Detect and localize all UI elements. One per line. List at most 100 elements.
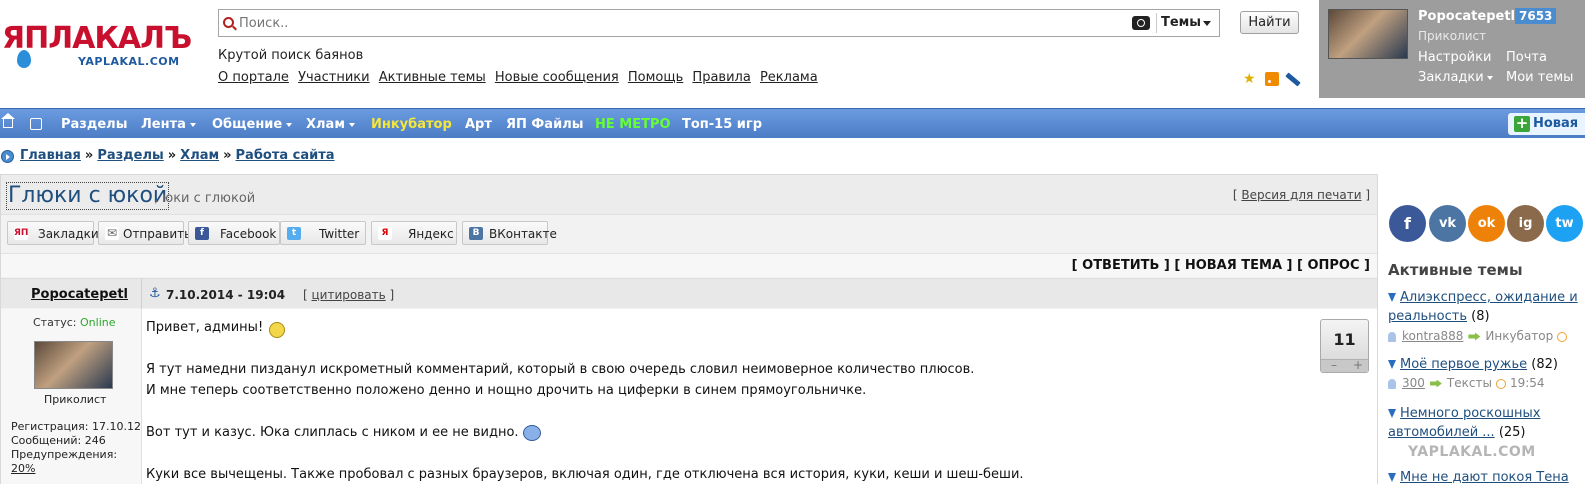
user-panel: Popocatepetl 7653 Приколист Настройки По…: [1319, 0, 1585, 98]
thumbs-up-icon[interactable]: [30, 118, 42, 130]
top-link-help[interactable]: Помощь: [628, 70, 683, 85]
vk-icon[interactable]: vk: [1429, 205, 1466, 242]
post-blank: [146, 338, 1306, 359]
share-vk-button[interactable]: В ВКонтакте: [462, 221, 557, 245]
quote-link[interactable]: [ цитировать ]: [303, 288, 394, 302]
author-column: Статус: Online Приколист Регистрация: 17…: [1, 309, 142, 484]
clock-icon: [1557, 331, 1568, 342]
topic-meta-section[interactable]: Тексты: [1447, 376, 1492, 390]
topic-header: Глюки с юкой , юки с глюкой [ Версия для…: [1, 175, 1377, 215]
author-stats: Регистрация: 17.10.12 Сообщений: 246 Пре…: [11, 420, 141, 476]
top-link-about[interactable]: О портале: [218, 70, 289, 85]
share-label: Закладки: [38, 227, 99, 241]
share-label: Twitter: [319, 227, 360, 241]
vk-icon: В: [469, 227, 483, 240]
home-icon[interactable]: [1, 113, 15, 128]
top-link-members[interactable]: Участники: [298, 70, 370, 85]
instagram-icon[interactable]: ig: [1507, 205, 1544, 242]
nav-top-games[interactable]: Топ-15 игр: [682, 117, 762, 132]
nav-junk-label: Хлам: [306, 117, 345, 132]
search-button[interactable]: Найти: [1240, 11, 1299, 34]
share-send-button[interactable]: ✉ Отправить: [98, 221, 191, 245]
warnings-value[interactable]: 20%: [11, 462, 35, 475]
odnoklassniki-icon[interactable]: ok: [1468, 205, 1505, 242]
arrow-right-icon: [1429, 379, 1442, 388]
chevron-down-icon: [1486, 75, 1493, 80]
author-warnings: Предупреждения: 20%: [11, 448, 141, 476]
settings-link[interactable]: Настройки: [1418, 50, 1491, 65]
favorite-star-icon[interactable]: ★: [1243, 72, 1257, 86]
arrow-down-icon: [1388, 293, 1396, 302]
chevron-down-icon[interactable]: [1203, 21, 1211, 26]
topic-actions[interactable]: [ ОТВЕТИТЬ ] [ НОВАЯ ТЕМА ] [ ОПРОС ]: [1072, 258, 1370, 273]
pencil-icon[interactable]: [1285, 72, 1301, 87]
nav-communication[interactable]: Общение: [212, 117, 293, 132]
post-rating: 11 – +: [1320, 319, 1369, 373]
tagline: Крутой поиск баянов: [218, 48, 364, 63]
my-topics-link[interactable]: Мои темы: [1506, 70, 1573, 85]
anchor-icon[interactable]: ⚓: [149, 287, 161, 300]
topic-meta-user[interactable]: 300: [1402, 376, 1425, 390]
avatar[interactable]: [1328, 9, 1408, 59]
post-body: Статус: Online Приколист Регистрация: 17…: [1, 309, 1377, 484]
avatar[interactable]: [34, 341, 113, 389]
mail-link[interactable]: Почта: [1506, 50, 1547, 65]
post-author[interactable]: Popocatepetl: [31, 287, 128, 302]
share-facebook-button[interactable]: f Facebook: [188, 221, 280, 245]
chevron-down-icon: [189, 122, 196, 127]
share-yandex-button[interactable]: Я Яндекс: [371, 221, 457, 245]
breadcrumb-main[interactable]: Главная: [20, 148, 81, 163]
nav-incubator[interactable]: Инкубатор: [371, 117, 452, 132]
share-label: Отправить: [123, 227, 192, 241]
nav-sections[interactable]: Разделы: [61, 117, 127, 132]
active-topic-count: (8): [1471, 309, 1490, 324]
twitter-icon[interactable]: tw: [1546, 205, 1583, 242]
active-topic-link[interactable]: Моё первое ружье: [1400, 357, 1527, 372]
post-text: Привет, админы! Я тут намедни пизданул и…: [146, 317, 1306, 484]
top-link-ads[interactable]: Реклама: [760, 70, 818, 85]
topic-meta-user[interactable]: kontra888: [1402, 329, 1463, 343]
facebook-icon[interactable]: f: [1389, 205, 1426, 242]
share-twitter-button[interactable]: t Twitter: [280, 221, 366, 245]
search-input[interactable]: [239, 13, 1119, 33]
new-topic-label: Новая: [1533, 116, 1579, 131]
nav-ne-metro[interactable]: НЕ МЕТРО: [595, 117, 671, 132]
rating-plus-button[interactable]: +: [1353, 359, 1363, 372]
top-link-active-topics[interactable]: Активные темы: [379, 70, 486, 85]
active-topic-link[interactable]: Мне не дают покоя Тена: [1400, 470, 1569, 484]
breadcrumb-site-work[interactable]: Работа сайта: [236, 148, 335, 163]
header: ЯПЛАКАЛЪ YAPLAKAL.COM Темы Найти Крутой …: [0, 0, 1585, 108]
sad-smiley-icon: [522, 424, 541, 441]
chevron-down-icon: [348, 122, 355, 127]
rating-minus-button[interactable]: –: [1331, 359, 1337, 372]
topic-meta-section[interactable]: Инкубатор: [1485, 329, 1553, 343]
search-icon: [223, 17, 234, 28]
nav-junk[interactable]: Хлам: [306, 117, 355, 132]
chevron-down-icon: [286, 122, 293, 127]
new-topic-button[interactable]: + Новая: [1508, 113, 1585, 135]
breadcrumb-separator: »: [84, 148, 94, 163]
nav-files[interactable]: ЯП Файлы: [506, 117, 583, 132]
site-logo[interactable]: ЯПЛАКАЛЪ YAPLAKAL.COM: [0, 22, 200, 72]
post-line: Привет, админы!: [146, 317, 1306, 338]
rating-value: 11: [1333, 330, 1356, 349]
nav-art[interactable]: Арт: [465, 117, 492, 132]
breadcrumb-junk[interactable]: Хлам: [180, 148, 219, 163]
plus-icon: +: [1514, 114, 1530, 132]
bookmarks-label: Закладки: [1418, 70, 1484, 85]
bookmarks-menu[interactable]: Закладки: [1418, 70, 1493, 85]
nav-communication-label: Общение: [212, 117, 283, 132]
share-bookmarks-button[interactable]: ЯП Закладки: [7, 221, 99, 245]
breadcrumb-sections[interactable]: Разделы: [97, 148, 163, 163]
print-version-link[interactable]: [ Версия для печати ]: [1233, 188, 1370, 202]
nav-feed[interactable]: Лента: [141, 117, 196, 132]
rss-icon[interactable]: [1265, 72, 1279, 86]
top-link-rules[interactable]: Правила: [692, 70, 750, 85]
camera-icon[interactable]: [1132, 16, 1150, 30]
search-scope-select[interactable]: Темы: [1161, 15, 1201, 30]
top-link-new-messages[interactable]: Новые сообщения: [495, 70, 619, 85]
nav-feed-label: Лента: [141, 117, 186, 132]
user-name[interactable]: Popocatepetl: [1418, 9, 1515, 24]
active-topic-meta: kontra888 Инкубатор: [1388, 329, 1571, 343]
post-blank: [146, 443, 1306, 464]
